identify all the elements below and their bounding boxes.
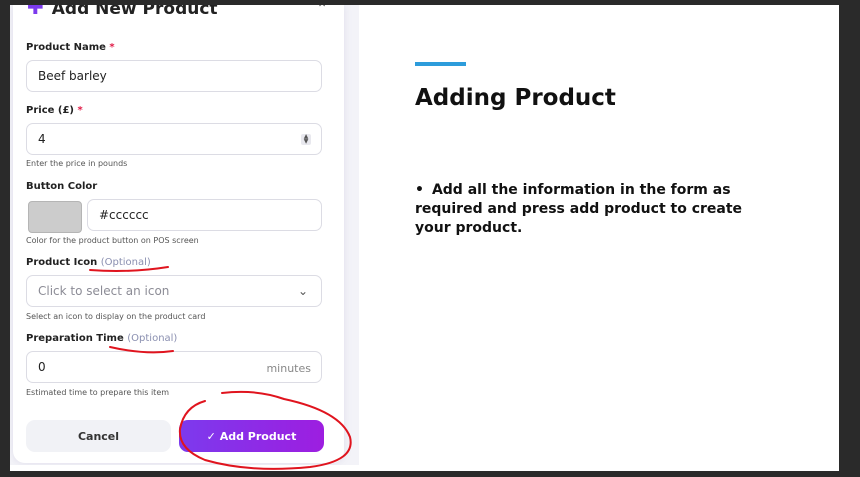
price-label: Price (£) *	[26, 105, 83, 116]
add-product-button[interactable]: ✓ Add Product	[179, 420, 324, 452]
add-product-card: ✚ Add New Product ⌃ Product Name * Beef b…	[13, 5, 344, 463]
optional-tag: (Optional)	[127, 333, 178, 344]
chevron-down-icon: ⌄	[297, 284, 308, 298]
form-title: Add New Product	[51, 5, 218, 19]
product-icon-placeholder: Click to select an icon	[38, 284, 170, 298]
form-header: ✚ Add New Product	[27, 5, 218, 19]
prep-time-value: 0	[38, 360, 46, 374]
prep-time-suffix: minutes	[266, 362, 311, 375]
slide-bullet: • Add all the information in the form as …	[415, 181, 760, 238]
prep-time-hint: Estimated time to prepare this item	[26, 388, 170, 397]
stepper-icon[interactable]: ▲ ▼	[301, 134, 311, 145]
color-swatch[interactable]	[28, 201, 82, 233]
optional-tag: (Optional)	[100, 257, 151, 268]
product-name-label: Product Name *	[26, 42, 115, 53]
slide-heading: Adding Product	[415, 85, 616, 111]
accent-bar	[415, 62, 466, 66]
product-icon-label: Product Icon (Optional)	[26, 257, 151, 268]
button-color-input[interactable]: #cccccc	[87, 199, 322, 231]
button-color-value: #cccccc	[99, 208, 149, 222]
price-input[interactable]: 4 ▲ ▼	[26, 123, 322, 155]
button-color-label: Button Color	[26, 181, 98, 192]
plus-icon: ✚	[27, 5, 44, 19]
slide: ✚ Add New Product ⌃ Product Name * Beef b…	[10, 5, 839, 471]
slide-bullet-text: Add all the information in the form as r…	[415, 182, 743, 236]
product-icon-select[interactable]: Click to select an icon ⌄	[26, 275, 322, 307]
product-icon-hint: Select an icon to display on the product…	[26, 312, 206, 321]
cancel-button[interactable]: Cancel	[26, 420, 171, 452]
product-name-value: Beef barley	[38, 69, 107, 83]
prep-time-input[interactable]: 0 minutes	[26, 351, 322, 383]
bullet-dot: •	[415, 182, 424, 198]
price-hint: Enter the price in pounds	[26, 159, 128, 168]
product-name-input[interactable]: Beef barley	[26, 60, 322, 92]
button-color-hint: Color for the product button on POS scre…	[26, 236, 199, 245]
price-value: 4	[38, 132, 46, 146]
prep-time-label: Preparation Time (Optional)	[26, 333, 178, 344]
chevron-up-icon[interactable]: ⌃	[316, 5, 328, 17]
form-panel: ✚ Add New Product ⌃ Product Name * Beef b…	[10, 5, 359, 465]
